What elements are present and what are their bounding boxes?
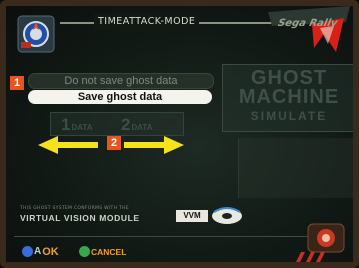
data-slots: 1DATA 2DATA: [50, 112, 184, 136]
step-2-badge: 2: [107, 136, 121, 150]
ok-button[interactable]: AOK: [22, 241, 59, 258]
brand-text: Sega Rally: [276, 18, 339, 29]
footer-divider: [14, 236, 330, 237]
decorative-stripes: [296, 252, 325, 262]
ghost-panel-line3: SIMULATE: [250, 109, 328, 123]
left-arrow-icon[interactable]: [38, 136, 98, 154]
vvm-badge: VVM: [176, 210, 208, 222]
save-ghost-option[interactable]: Save ghost data: [28, 90, 212, 104]
cancel-button[interactable]: CANCEL: [79, 241, 127, 257]
data-slot-1-number: 1: [61, 115, 71, 134]
disc-icon: [212, 207, 242, 224]
ok-button-label: OK: [42, 245, 59, 258]
ghost-machine-panel: GHOST MACHINE SIMULATE: [222, 64, 356, 132]
ghost-panel-graphic: [238, 138, 355, 198]
game-screen: TIMEATTACK-MODE Sega Rally GHOST MACHINE…: [0, 0, 359, 268]
a-button-icon: [22, 246, 33, 257]
ok-button-letter: A: [34, 246, 42, 257]
emblem-icon: [17, 15, 55, 53]
cancel-button-label: CANCEL: [91, 246, 127, 257]
data-slot-1-word: DATA: [71, 123, 93, 132]
vvm-notice: THIS GHOST SYSTEM CONFORMS WITH THE: [20, 206, 129, 211]
data-slot-2-word: DATA: [131, 123, 153, 132]
brand-logo: [268, 6, 350, 52]
data-slot-2[interactable]: 2DATA: [121, 115, 153, 135]
b-button-icon: [79, 246, 90, 257]
step-1-badge: 1: [10, 76, 24, 90]
right-arrow-icon[interactable]: [124, 136, 184, 154]
data-slot-2-number: 2: [121, 115, 131, 134]
mode-title: TIMEATTACK-MODE: [94, 14, 200, 30]
do-not-save-ghost-option[interactable]: Do not save ghost data: [28, 73, 214, 89]
data-slot-1[interactable]: 1DATA: [61, 115, 93, 135]
ghost-panel-line2: MACHINE: [238, 86, 340, 108]
vvm-title: VIRTUAL VISION MODULE: [20, 213, 140, 223]
